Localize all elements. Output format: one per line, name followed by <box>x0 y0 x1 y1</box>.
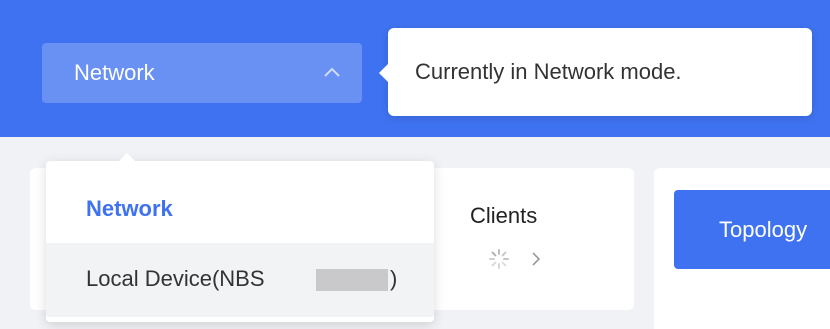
spinner-icon <box>488 248 510 270</box>
mode-dropdown: Network Local Device(NBS ) <box>46 153 434 322</box>
top-bar: Network Currently in Network mode. <box>0 0 830 137</box>
tooltip-arrow <box>379 64 388 82</box>
tooltip-text: Currently in Network mode. <box>415 59 682 84</box>
chevron-up-icon <box>322 63 342 83</box>
dropdown-item-network[interactable]: Network <box>46 173 434 247</box>
dropdown-arrow <box>118 153 136 162</box>
clients-title: Clients <box>470 203 538 228</box>
chevron-right-icon[interactable] <box>530 250 542 268</box>
clients-card[interactable]: Clients <box>422 168 634 310</box>
dropdown-item-suffix: ) <box>390 266 398 291</box>
mode-tooltip: Currently in Network mode. <box>379 28 812 116</box>
dropdown-item-label: Local Device(NBS <box>86 266 265 291</box>
redacted-device-id <box>316 269 388 291</box>
page: Network Currently in Network mode. Clien… <box>0 0 830 329</box>
mode-selector-label: Network <box>74 60 155 85</box>
dropdown-item-local-device[interactable]: Local Device(NBS ) <box>46 243 434 317</box>
mode-selector[interactable]: Network <box>42 43 362 103</box>
topology-button-label: Topology <box>719 217 808 242</box>
topology-button[interactable]: Topology <box>674 190 830 269</box>
dropdown-item-label: Network <box>86 196 173 221</box>
